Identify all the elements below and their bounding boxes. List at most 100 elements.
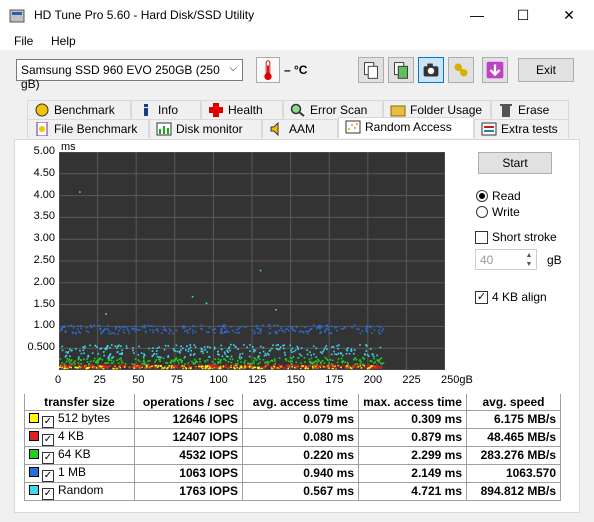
data-point (187, 331, 189, 334)
copy-image-button[interactable] (388, 57, 414, 83)
series-checkbox[interactable]: ✓ (42, 433, 54, 446)
save-button[interactable] (482, 57, 508, 83)
minimize-button[interactable]: — (454, 0, 500, 31)
menu-file[interactable]: File (14, 34, 33, 48)
short-stroke-checkbox[interactable] (475, 231, 488, 244)
data-point (157, 358, 160, 361)
close-button[interactable]: ✕ (546, 0, 592, 31)
data-point (326, 324, 329, 326)
data-point (169, 367, 171, 369)
copy-text-button[interactable] (358, 57, 384, 83)
data-point (269, 366, 272, 369)
data-point (325, 328, 328, 330)
avg-speed-cell: 1063.570 (466, 463, 561, 483)
data-point (129, 366, 131, 369)
data-point (300, 330, 302, 332)
tab-random-access[interactable]: Random Access (338, 117, 474, 138)
transfer-size-label: 512 bytes (58, 410, 111, 425)
data-point (210, 364, 213, 367)
data-point (174, 350, 177, 352)
temperature-readout: – °C (284, 63, 308, 77)
data-point (126, 328, 129, 331)
data-point (148, 347, 150, 350)
series-checkbox[interactable]: ✓ (42, 469, 54, 482)
spinner-down-icon[interactable]: ▼ (522, 260, 536, 269)
data-point (364, 353, 366, 356)
data-point (323, 362, 326, 364)
tab-extra-tests[interactable]: Extra tests (474, 119, 569, 138)
max-access-cell: 0.879 ms (358, 427, 467, 447)
spinner-up-icon[interactable]: ▲ (522, 251, 536, 260)
wrench-icon (454, 63, 468, 77)
data-point (350, 367, 353, 370)
data-point (184, 326, 186, 329)
data-point (172, 360, 175, 363)
data-point (259, 352, 261, 354)
data-point (315, 356, 317, 358)
series-checkbox[interactable]: ✓ (42, 415, 54, 428)
tab-aam[interactable]: AAM (262, 119, 338, 138)
data-point (113, 332, 116, 335)
tab-health[interactable]: Health (201, 100, 283, 119)
data-point (207, 366, 210, 369)
data-point (259, 345, 262, 348)
options-button[interactable] (448, 57, 474, 83)
tab-info[interactable]: Info (131, 100, 201, 119)
tab-benchmark[interactable]: Benchmark (27, 100, 131, 119)
data-point (314, 364, 317, 366)
data-point (331, 359, 334, 362)
data-point (151, 355, 154, 357)
data-point (90, 366, 92, 368)
data-point (60, 329, 63, 331)
exit-button[interactable]: Exit (518, 58, 574, 82)
data-point (70, 359, 72, 362)
drive-select[interactable]: Samsung SSD 960 EVO 250GB (250 gB) ⌵ (16, 59, 243, 91)
table-row: ✓ 4 KB 12407 IOPS 0.080 ms 0.879 ms 48.465 MB… (24, 427, 561, 447)
data-point (374, 361, 376, 363)
data-point (213, 346, 216, 349)
data-point (198, 367, 201, 369)
data-point (147, 324, 150, 327)
data-point (313, 324, 315, 327)
data-point (262, 346, 265, 349)
data-point (340, 327, 343, 330)
data-point (334, 367, 337, 369)
data-point (137, 365, 139, 368)
thermometer-icon[interactable] (256, 57, 280, 83)
data-point (296, 345, 299, 348)
menu-help[interactable]: Help (51, 34, 76, 48)
data-point (376, 354, 378, 357)
tab-file-benchmark[interactable]: File Benchmark (27, 119, 149, 138)
avg-speed-cell: 6.175 MB/s (466, 409, 561, 429)
data-point (216, 367, 218, 369)
data-point (83, 352, 85, 355)
read-radio[interactable] (476, 190, 488, 202)
start-button[interactable]: Start (478, 152, 552, 174)
data-point (273, 324, 276, 327)
data-point (172, 364, 175, 366)
data-point (109, 353, 112, 355)
maximize-button[interactable]: ☐ (500, 0, 546, 31)
avg-access-cell: 0.567 ms (242, 481, 359, 501)
series-checkbox[interactable]: ✓ (42, 487, 54, 500)
series-checkbox[interactable]: ✓ (42, 451, 54, 464)
data-point (274, 364, 276, 366)
screenshot-button[interactable] (418, 57, 444, 83)
align-checkbox[interactable]: ✓ (475, 291, 488, 304)
tab-erase[interactable]: Erase (491, 100, 569, 119)
data-point (66, 358, 69, 360)
data-point (187, 350, 190, 353)
data-point (77, 358, 80, 360)
data-point (90, 326, 93, 329)
data-point (291, 365, 294, 368)
data-point (258, 366, 261, 369)
data-point (217, 365, 220, 368)
data-point (370, 365, 373, 367)
write-radio[interactable] (476, 206, 488, 218)
data-point (170, 365, 173, 368)
tab-disk-monitor[interactable]: Disk monitor (149, 119, 262, 138)
data-point (201, 328, 203, 330)
copy-text-icon (364, 62, 378, 79)
data-point (257, 357, 259, 360)
short-stroke-spinner[interactable]: 40 ▲ ▼ (475, 249, 537, 270)
